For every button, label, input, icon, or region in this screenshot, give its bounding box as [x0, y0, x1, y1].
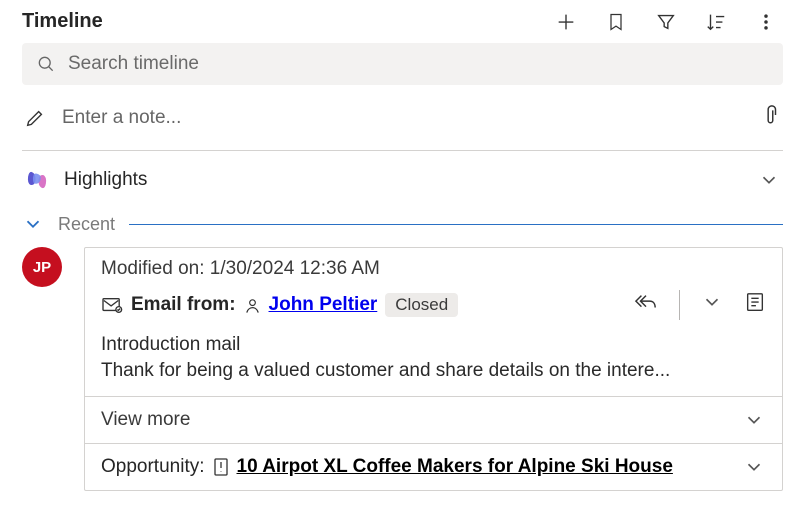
activity-row: JP Modified on: 1/30/2024 12:36 AM Email… [22, 241, 783, 491]
search-bar[interactable] [22, 43, 783, 85]
note-input[interactable] [62, 107, 743, 129]
view-more-label: View more [101, 409, 190, 431]
timeline-header: Timeline [22, 6, 783, 43]
add-button[interactable] [555, 11, 577, 33]
card-actions [633, 290, 766, 320]
sender-link[interactable]: John Peltier [269, 294, 378, 316]
recent-label: Recent [58, 214, 115, 235]
bookmark-icon [606, 11, 626, 33]
filter-button[interactable] [655, 11, 677, 33]
panel-title: Timeline [22, 10, 103, 33]
plus-icon [555, 11, 577, 33]
email-subject: Introduction mail [101, 334, 766, 356]
modified-date: 1/30/2024 12:36 AM [210, 258, 380, 279]
chevron-down-icon [700, 291, 724, 313]
opportunity-left: Opportunity: 10 Airpot XL Coffee Makers … [101, 456, 673, 478]
timeline-panel: Timeline [0, 0, 805, 491]
reply-all-button[interactable] [633, 291, 659, 319]
search-icon [36, 54, 56, 74]
more-vertical-icon [756, 11, 776, 33]
chevron-down-icon [757, 169, 781, 191]
view-more-row[interactable]: View more [85, 397, 782, 443]
note-lines-icon [744, 291, 766, 313]
header-actions [555, 11, 783, 33]
sort-icon [705, 11, 727, 33]
opportunity-label: Opportunity: [101, 456, 205, 478]
reply-all-icon [633, 291, 659, 313]
highlights-label: Highlights [64, 169, 743, 191]
priority-icon [213, 457, 229, 477]
attach-button[interactable] [759, 103, 781, 132]
highlights-section[interactable]: Highlights [22, 151, 783, 209]
email-icon [101, 296, 123, 314]
search-input[interactable] [68, 53, 769, 75]
reply-menu-button[interactable] [700, 291, 724, 319]
chevron-down-icon [22, 213, 44, 235]
divider [679, 290, 680, 320]
activity-card: Modified on: 1/30/2024 12:36 AM Email fr… [84, 247, 783, 491]
opportunity-row: Opportunity: 10 Airpot XL Coffee Makers … [85, 444, 782, 490]
divider [129, 224, 783, 225]
sort-button[interactable] [705, 11, 727, 33]
pencil-icon [24, 107, 46, 129]
chevron-down-icon [742, 409, 766, 431]
person-icon [244, 297, 261, 314]
card-body: Modified on: 1/30/2024 12:36 AM Email fr… [85, 248, 782, 396]
avatar: JP [22, 247, 62, 287]
opportunity-link[interactable]: 10 Airpot XL Coffee Makers for Alpine Sk… [237, 456, 673, 478]
email-preview: Thank for being a valued customer and sh… [101, 360, 766, 382]
bookmark-button[interactable] [605, 11, 627, 33]
copilot-icon [24, 167, 50, 193]
status-badge: Closed [385, 293, 458, 317]
filter-icon [655, 11, 677, 33]
chevron-down-icon[interactable] [742, 456, 766, 478]
email-from-label: Email from: [131, 294, 236, 316]
paperclip-icon [759, 103, 781, 127]
email-from-line: Email from: John Peltier Closed [101, 290, 766, 320]
modified-prefix: Modified on: [101, 258, 210, 279]
more-button[interactable] [755, 11, 777, 33]
note-row [22, 85, 783, 151]
recent-section-header[interactable]: Recent [22, 209, 783, 241]
modified-on: Modified on: 1/30/2024 12:36 AM [101, 258, 766, 280]
open-record-button[interactable] [744, 291, 766, 319]
